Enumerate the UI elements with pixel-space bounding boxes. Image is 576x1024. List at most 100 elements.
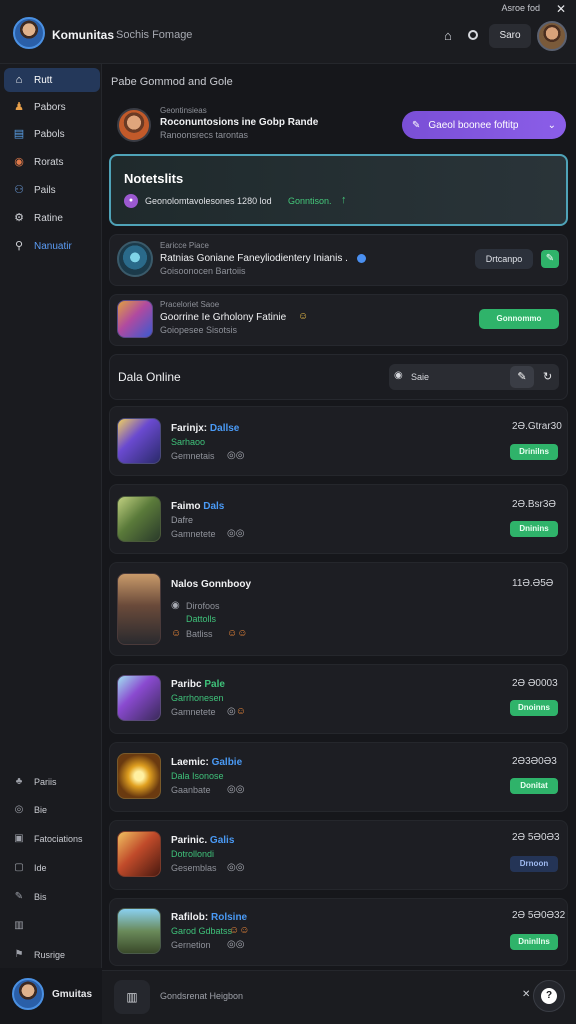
page-title: Pabe Gommod and Gole xyxy=(111,76,233,88)
game-thumbnail xyxy=(117,908,161,954)
sidebar-bottom-item-1[interactable]: ◎ Bie xyxy=(6,799,98,821)
sidebar-item-0[interactable]: ⌂ Rutt xyxy=(4,68,100,92)
filter-label: Saie xyxy=(411,372,430,382)
profile-dropdown-button[interactable]: ✎ Gaeol boonee foftitp ⌄ xyxy=(402,111,566,139)
sidebar-bottom-item-6[interactable]: ⚑ Rusrige xyxy=(6,944,98,966)
sidebar-item-6[interactable]: ⚲ Nanuatir xyxy=(4,234,100,258)
notification-link[interactable]: Gonntison. xyxy=(288,196,332,206)
friend-sub: Gamnetete xyxy=(171,529,216,539)
edit-icon: ✎ xyxy=(412,119,421,131)
friend-name-text: Paribc xyxy=(171,679,202,690)
close-icon[interactable]: ✕ xyxy=(522,989,530,1000)
message-input[interactable]: Gondsrenat Heigbon xyxy=(160,991,243,1001)
sidebar-bottom-item-2[interactable]: ▣ Fatociations xyxy=(6,828,98,850)
refresh-icon[interactable]: ↻ xyxy=(543,370,552,383)
close-icon[interactable]: ✕ xyxy=(556,2,566,16)
app-subtitle: Sochis Fomage xyxy=(116,29,193,41)
status-icon: ◉ xyxy=(171,600,180,611)
game-thumbnail xyxy=(117,573,161,645)
home-icon: ⌂ xyxy=(15,74,23,86)
edit-icon[interactable]: ✎ xyxy=(541,250,559,268)
sidebar-item-5[interactable]: ⚙ Ratine xyxy=(4,206,100,230)
friend-sub: Gaanbate xyxy=(171,785,211,795)
notification-title: Notetslits xyxy=(124,171,184,186)
friend-action-button[interactable]: Donitat xyxy=(510,778,558,794)
sidebar-bottom-item-5[interactable]: ▥ xyxy=(6,915,98,937)
notification-card[interactable] xyxy=(109,154,568,226)
activity-label: Earicce Piace xyxy=(160,241,209,250)
record-icon[interactable] xyxy=(468,30,478,40)
friend-action-button[interactable]: Dninllns xyxy=(510,934,558,950)
sidebar-item-3[interactable]: ◉ Rorats xyxy=(4,150,100,174)
home-icon[interactable]: ⌂ xyxy=(444,28,452,43)
friend-name: Nalos Gonnbooy xyxy=(171,579,251,590)
friend-name: Paribc Pale xyxy=(171,679,225,690)
badge-icons: ◎☺ xyxy=(227,706,246,717)
friend-game: Dattolls xyxy=(186,614,217,624)
sidebar-item-label: Pabors xyxy=(34,101,66,113)
status-dot-icon xyxy=(357,254,366,263)
sidebar-item-label: Nanuatir xyxy=(34,240,72,252)
friend-name: Faimo Dals xyxy=(171,501,224,512)
edit-icon: ✎ xyxy=(14,891,24,902)
activity-subtitle: Goisoonocen Bartoiis xyxy=(160,266,246,276)
friend-status: Galis xyxy=(209,835,235,846)
friend-status: Dallse xyxy=(209,423,240,434)
badge-icons: ◎◎ xyxy=(227,862,245,873)
sidebar-item-label: Pabols xyxy=(34,128,65,140)
friend-time: 2Ə 5Ə0Ə32 xyxy=(512,910,566,921)
search-icon: ⚲ xyxy=(14,240,24,252)
friend-game: Sarhaoo xyxy=(171,437,206,447)
sidebar-bottom-item-3[interactable]: ▢ Ide xyxy=(6,857,98,879)
friend-status: Dals xyxy=(203,501,225,512)
sidebar-item-2[interactable]: ▤ Pabols xyxy=(4,122,100,146)
profile-line: Roconuntosions ine Gobp Rande xyxy=(160,117,319,128)
chevron-down-icon: ⌄ xyxy=(547,119,556,131)
sidebar-bottom-item-4[interactable]: ✎ Bis xyxy=(6,886,98,908)
friend-action-button[interactable]: Drnoon xyxy=(510,856,558,872)
badge-icons: ◎◎ xyxy=(227,939,245,950)
game-thumbnail xyxy=(117,300,153,338)
sidebar-item-1[interactable]: ♟ Pabors xyxy=(4,95,100,119)
user-name: Gmuitas xyxy=(52,989,93,1000)
friend-action-button[interactable]: Dninins xyxy=(510,521,558,537)
sidebar-item-label: Rutt xyxy=(34,74,53,86)
friend-game: Garod Gdbatss xyxy=(171,926,233,936)
sidebar-item-4[interactable]: ⚇ Pails xyxy=(4,178,100,202)
friend-status: Pale xyxy=(204,679,225,690)
profile-button-label: Gaeol boonee foftitp xyxy=(428,119,519,131)
friend-name-text: Rafilob: xyxy=(171,912,209,923)
game-thumbnail xyxy=(117,241,153,277)
friend-action-button[interactable]: Drinilns xyxy=(510,444,558,460)
user-avatar[interactable] xyxy=(12,978,44,1010)
activity-action-button[interactable]: Gonnommo xyxy=(479,309,559,329)
activity-action-button[interactable]: Drtcanpo xyxy=(475,249,533,269)
sidebar-bottom-item-0[interactable]: ♣ Pariis xyxy=(6,771,98,793)
profile-avatar[interactable] xyxy=(117,108,151,142)
friend-sub: Gamnetete xyxy=(171,707,216,717)
app-avatar[interactable] xyxy=(13,17,45,49)
profile-avatar-button[interactable] xyxy=(537,21,567,51)
window-meta: Asroe fod xyxy=(501,3,540,13)
chat-icon: ? xyxy=(541,988,557,1004)
friend-name-text: Farinjx: xyxy=(171,423,208,434)
edit-button[interactable]: ✎ xyxy=(510,366,534,388)
game-thumbnail xyxy=(117,418,161,464)
profile-subline: Ranoonsrecs tarontas xyxy=(160,130,249,140)
top-action-button[interactable]: Saro xyxy=(489,24,531,48)
friend-name-text: Parinic. xyxy=(171,835,208,846)
profile-label: Geontinsieas xyxy=(160,106,207,115)
sidebar-item-label: Pails xyxy=(34,184,56,196)
badge-icons: ◎◎ xyxy=(227,450,245,461)
friend-time: 2Ə Ə0003 xyxy=(512,678,558,689)
compose-icon[interactable]: ▥ xyxy=(114,980,150,1014)
friend-name-text: Nalos Gonnbooy xyxy=(171,579,251,590)
friend-name-text: Laemic: xyxy=(171,757,209,768)
friend-action-button[interactable]: Dnoinns xyxy=(510,700,558,716)
clipboard-icon: ▤ xyxy=(13,128,25,140)
friend-game: Dafre xyxy=(171,515,194,525)
friend-name: Parinic. Galis xyxy=(171,835,234,846)
gear-icon: ⚙ xyxy=(14,212,24,224)
badge-icons: ◎◎ xyxy=(227,528,245,539)
friend-sub: Gernetion xyxy=(171,940,211,950)
